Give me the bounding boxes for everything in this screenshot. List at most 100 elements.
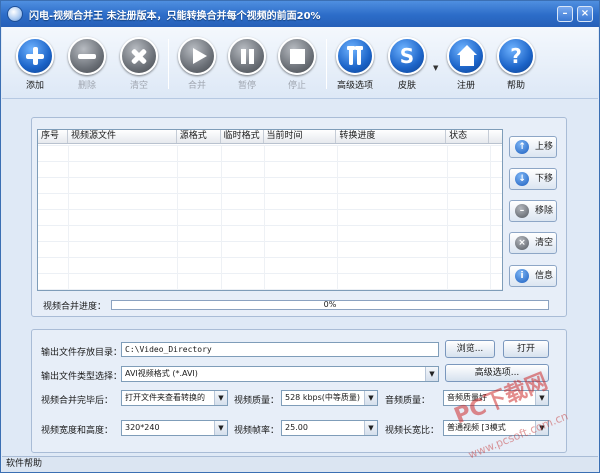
- chevron-down-icon: ▼: [425, 367, 438, 381]
- column-header[interactable]: 视频源文件: [68, 130, 177, 143]
- stop-button[interactable]: 停止: [272, 37, 322, 95]
- aspect-ratio-label: 视频长宽比：: [385, 426, 440, 436]
- status-bar: 软件帮助: [2, 456, 598, 472]
- play-icon: [178, 37, 216, 75]
- app-logo-icon: [7, 6, 23, 22]
- video-quality-label: 视频质量：: [234, 396, 280, 406]
- x-icon: [120, 37, 158, 75]
- column-header[interactable]: 当前时间: [264, 130, 337, 143]
- aspect-ratio-select[interactable]: 普通视频 [3模式 ▼: [443, 420, 549, 436]
- chevron-down-icon: ▼: [535, 421, 548, 435]
- stop-label: 停止: [287, 81, 306, 91]
- column-header[interactable]: 状态: [446, 130, 490, 143]
- help-icon: ?: [497, 37, 535, 75]
- column-header[interactable]: 临时格式: [221, 130, 264, 143]
- column-header[interactable]: 序号: [38, 130, 68, 143]
- help-label: 帮助: [506, 81, 525, 91]
- toolbar-separator: [326, 39, 327, 89]
- frame-rate-value: 25.00: [285, 423, 308, 432]
- merge-button[interactable]: 合并: [172, 37, 222, 95]
- merge-progress-label: 视频合并进度：: [43, 302, 107, 312]
- skin-glyph: S: [399, 44, 415, 68]
- clear-button[interactable]: 清空: [114, 37, 164, 95]
- register-button[interactable]: 注册: [441, 37, 491, 95]
- advanced-options-button[interactable]: 高级选项: [330, 37, 380, 95]
- output-type-label: 输出文件类型选择：: [41, 372, 123, 382]
- toolbar-separator: [168, 39, 169, 89]
- merge-label: 合并: [187, 81, 206, 91]
- delete-button[interactable]: 删除: [62, 37, 112, 95]
- chevron-down-icon: ▼: [364, 391, 377, 405]
- open-button[interactable]: 打开: [503, 340, 549, 358]
- clear-list-button[interactable]: × 清空: [509, 232, 557, 254]
- audio-quality-value: 音频质量好: [447, 393, 487, 402]
- pause-label: 暂停: [237, 81, 256, 91]
- move-down-button[interactable]: ↓ 下移: [509, 168, 557, 190]
- remove-button[interactable]: – 移除: [509, 200, 557, 222]
- skin-button[interactable]: S 皮肤: [382, 37, 432, 95]
- chevron-down-icon: ▼: [364, 421, 377, 435]
- chevron-down-icon: ▼: [535, 391, 548, 405]
- arrow-up-icon: ↑: [515, 140, 529, 154]
- skin-icon: S: [388, 37, 426, 75]
- advanced-options-label: 高级选项: [336, 81, 373, 91]
- video-size-label: 视频宽度和高度：: [41, 426, 114, 436]
- pause-icon: [228, 37, 266, 75]
- video-quality-select[interactable]: 528 kbps(中等质量) ▼: [281, 390, 378, 406]
- add-button[interactable]: 添加: [10, 37, 60, 95]
- advanced-options-dialog-button[interactable]: 高级选项...: [445, 364, 549, 382]
- pause-button[interactable]: 暂停: [222, 37, 272, 95]
- window-title: 闪电-视频合并王 未注册版本，只能转换合并每个视频的前面20%: [29, 11, 321, 22]
- after-merge-value: 打开文件夹查看转换的: [125, 393, 205, 402]
- stop-icon: [278, 37, 316, 75]
- minus-icon: –: [515, 204, 529, 218]
- column-header[interactable]: 转换进度: [336, 130, 447, 143]
- info-button[interactable]: i 信息: [509, 265, 557, 287]
- main-window: 闪电-视频合并王 未注册版本，只能转换合并每个视频的前面20% – × 添加 删…: [0, 0, 600, 473]
- output-dir-input[interactable]: C:\Video_Directory: [121, 342, 439, 357]
- output-dir-label: 输出文件存放目录：: [41, 348, 123, 358]
- info-label: 信息: [535, 271, 554, 281]
- clear-label: 清空: [129, 81, 148, 91]
- audio-quality-select[interactable]: 音频质量好 ▼: [443, 390, 549, 406]
- after-merge-label: 视频合并完毕后：: [41, 396, 114, 406]
- clear-list-label: 清空: [535, 238, 554, 248]
- move-up-label: 上移: [535, 142, 554, 152]
- file-list-header: 序号 视频源文件 源格式 临时格式 当前时间 转换进度 状态: [38, 130, 502, 144]
- after-merge-select[interactable]: 打开文件夹查看转换的 ▼: [121, 390, 228, 406]
- output-type-select[interactable]: AVI视频格式 (*.AVI) ▼: [121, 366, 439, 382]
- video-size-select[interactable]: 320*240 ▼: [121, 420, 228, 436]
- column-header[interactable]: 源格式: [177, 130, 221, 143]
- minus-icon: [68, 37, 106, 75]
- browse-button[interactable]: 浏览...: [445, 340, 495, 358]
- minimize-icon[interactable]: –: [557, 6, 573, 22]
- merge-progress-bar: 0%: [111, 300, 549, 310]
- close-icon[interactable]: ×: [577, 6, 593, 22]
- info-icon: i: [515, 269, 529, 283]
- chevron-down-icon: ▼: [214, 391, 227, 405]
- arrow-down-icon: ↓: [515, 172, 529, 186]
- help-glyph: ?: [510, 44, 522, 68]
- tools-icon: [336, 37, 374, 75]
- move-down-label: 下移: [535, 174, 554, 184]
- skin-dropdown-icon[interactable]: ▼: [433, 64, 438, 72]
- toolbar: 添加 删除 清空 合并 暂停 停止 高级选项 S 皮肤 ▼ 注册 ? 帮助: [2, 27, 598, 99]
- move-up-button[interactable]: ↑ 上移: [509, 136, 557, 158]
- register-label: 注册: [456, 81, 475, 91]
- wrench-screwdriver-icon: [347, 46, 363, 65]
- add-label: 添加: [25, 81, 44, 91]
- skin-label: 皮肤: [397, 81, 416, 91]
- audio-quality-label: 音频质量：: [385, 396, 431, 406]
- frame-rate-select[interactable]: 25.00 ▼: [281, 420, 378, 436]
- frame-rate-label: 视频帧率：: [234, 426, 280, 436]
- column-header-filler: [489, 130, 502, 143]
- delete-label: 删除: [77, 81, 96, 91]
- aspect-ratio-value: 普通视频 [3模式: [447, 423, 506, 432]
- x-icon: ×: [515, 236, 529, 250]
- video-quality-value: 528 kbps(中等质量): [285, 393, 361, 402]
- file-list[interactable]: 序号 视频源文件 源格式 临时格式 当前时间 转换进度 状态: [37, 129, 503, 291]
- output-type-value: AVI视频格式 (*.AVI): [125, 369, 198, 378]
- help-button[interactable]: ? 帮助: [491, 37, 541, 95]
- chevron-down-icon: ▼: [214, 421, 227, 435]
- file-list-body[interactable]: [38, 145, 502, 290]
